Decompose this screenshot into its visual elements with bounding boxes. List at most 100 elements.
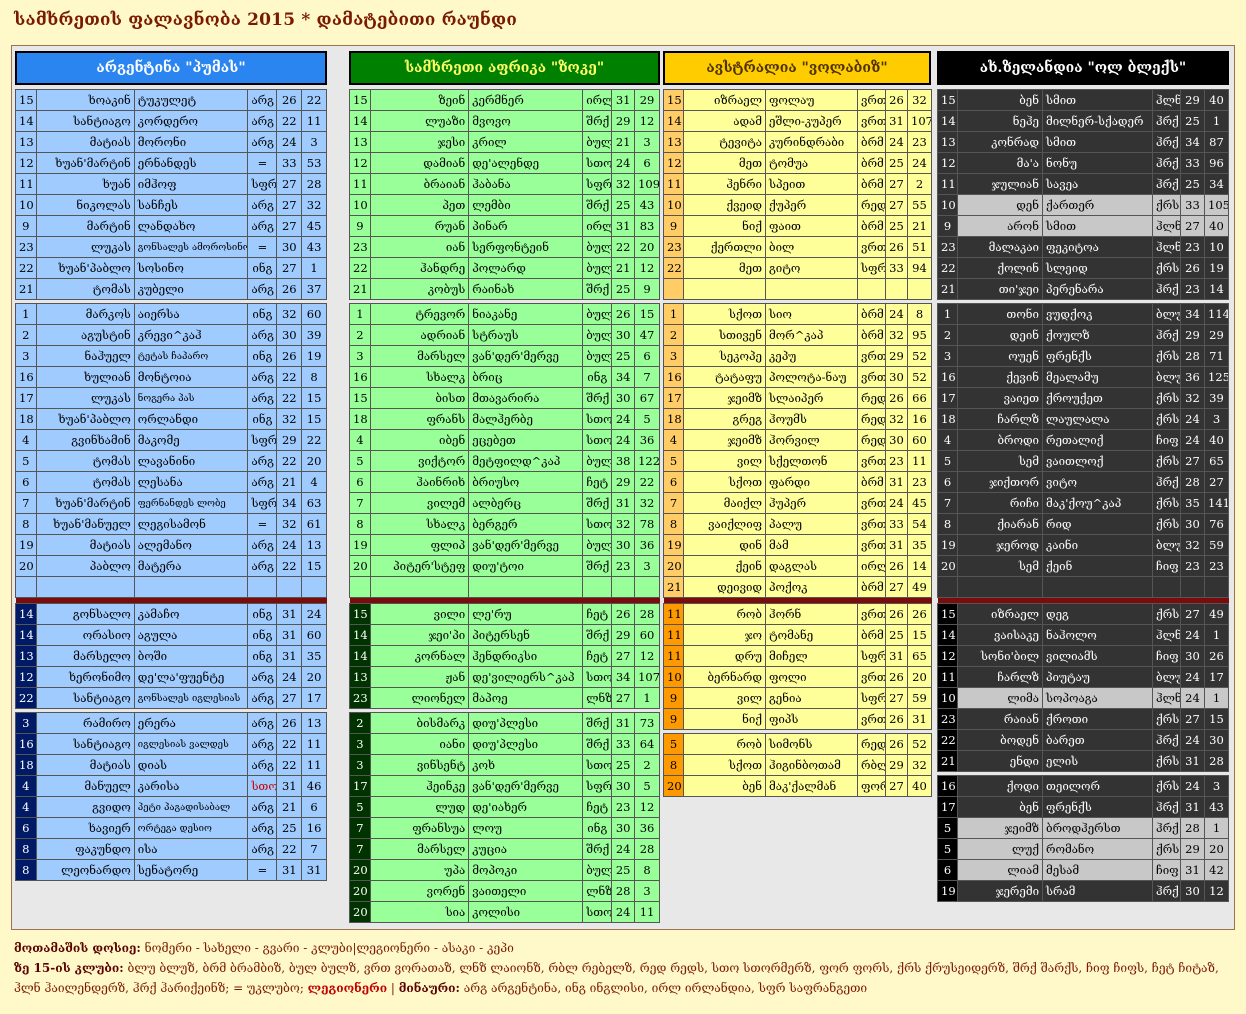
player-age: 25 [611, 278, 636, 300]
player-number: 4 [15, 775, 37, 797]
player-age: 23 [611, 555, 636, 577]
player-number: 2 [349, 712, 371, 734]
player-first-name [957, 576, 1043, 598]
player-last-name: ლაულალა [1042, 408, 1153, 430]
player-last-name: კორდერო [133, 110, 249, 132]
player-first-name: ჯეროდ [957, 534, 1043, 556]
player-caps: 14 [1204, 278, 1229, 300]
player-caps: 11 [301, 110, 327, 132]
player-caps: 54 [907, 513, 932, 535]
player-first-name: ჰეინკე [369, 775, 470, 797]
player-row: 11 დრუ მიჩელ სფრ 31 65 [663, 645, 932, 667]
player-club: ჰრქ [1152, 278, 1181, 300]
player-club: ქრს [1152, 450, 1181, 472]
player-club: არგ [247, 534, 278, 556]
player-caps: 83 [634, 215, 660, 237]
player-number: 17 [15, 387, 37, 409]
player-row: 8 ქიარან რიდ ქრს 30 76 [937, 513, 1229, 535]
player-last-name: კაინი [1042, 534, 1153, 556]
player-caps: 66 [907, 387, 932, 409]
player-first-name: ჰენრი [683, 173, 766, 195]
player-first-name: ადრიან [369, 324, 470, 346]
player-number: 2 [663, 324, 684, 346]
player-caps: 7 [634, 366, 660, 388]
player-last-name: ქართერ [1042, 194, 1153, 216]
player-last-name: ეცებეთ [468, 429, 584, 451]
player-caps: 12 [634, 796, 660, 818]
player-number: 11 [663, 603, 684, 625]
player-first-name: ხუან [35, 173, 135, 195]
player-last-name: პოქოკ [765, 576, 858, 598]
player-age: 29 [611, 110, 636, 132]
player-age: 22 [276, 110, 303, 132]
player-first-name: ხავიერ [35, 817, 135, 839]
player-club: შრქ [582, 194, 613, 216]
player-club: ბლუ [1152, 303, 1181, 325]
player-last-name: პინარ [468, 215, 584, 237]
player-number: 10 [15, 194, 37, 216]
player-last-name: გენია [765, 687, 858, 709]
player-club: სთო [582, 901, 613, 923]
player-row: 10 ნიკოლას სანჩეს არგ 27 32 [15, 194, 327, 216]
player-caps: 3 [634, 555, 660, 577]
player-number: 1 [937, 303, 958, 325]
player-first-name: მალაკაი [957, 236, 1043, 258]
player-last-name: ფეკიტოა [1042, 236, 1153, 258]
player-age: 27 [885, 173, 908, 195]
player-club: არგ [247, 194, 278, 216]
player-row: 6 ლიამ მესამ ჩიფ 31 42 [937, 859, 1229, 881]
player-age: 26 [1180, 257, 1205, 279]
player-number: 3 [349, 733, 371, 755]
player-last-name: ჰენდრიკსი [468, 645, 584, 667]
legend-home-text: არგ არგენტინა, ინგ ინგლისი, ირლ ირლანდია… [459, 981, 868, 995]
player-number: 21 [15, 278, 37, 300]
player-row: 19 მატიას ალემანო არგ 24 13 [15, 534, 327, 556]
player-club: ბლუ [1152, 366, 1181, 388]
player-age: 27 [276, 257, 303, 279]
player-row: 4 მანუელ კარისა სთო 31 46 [15, 775, 327, 797]
player-club: სთო [582, 152, 613, 174]
player-first-name: ჯეიმზ [957, 817, 1043, 839]
player-last-name: ფოლაუ [765, 89, 858, 111]
player-row: 23 რაიან ქროთი ქრს 27 15 [937, 708, 1229, 730]
player-age: 30 [885, 366, 908, 388]
player-club: სფრ [582, 173, 613, 195]
player-club: არგ [247, 712, 278, 734]
player-age: 31 [611, 712, 636, 734]
player-number: 13 [349, 131, 371, 153]
player-number: 20 [663, 775, 684, 797]
player-first-name: დამიან [369, 152, 470, 174]
player-last-name: ჰაბანა [468, 173, 584, 195]
player-row: 12 ხერონიმო დე'ლა'ფუენტე არგ 24 20 [15, 666, 327, 688]
player-first-name: რუან [369, 215, 470, 237]
player-first-name: ხუან'პაბლო [35, 408, 135, 430]
player-club: ქრს [1152, 750, 1181, 772]
player-last-name: კრილ [468, 131, 584, 153]
player-caps: 37 [301, 278, 327, 300]
player-number: 20 [663, 555, 684, 577]
player-club: არგ [247, 796, 278, 818]
player-first-name: ლუაზი [369, 110, 470, 132]
player-club: სფრ [247, 173, 278, 195]
player-caps: 28 [301, 173, 327, 195]
player-first-name: გვიდო [35, 796, 135, 818]
legend-separator: | [387, 981, 399, 995]
player-club: ფორ [857, 775, 886, 797]
player-number: 13 [349, 666, 371, 688]
player-row: 7 ვილემ ალბერც შრქ 31 32 [349, 492, 660, 514]
player-row: 7 მაიქლ ჰუპერ ვრთ 24 45 [663, 492, 932, 514]
player-row: 5 ვიქტორ მეტფილდ^კაპ ბულ 38 122 [349, 450, 660, 472]
player-first-name [369, 576, 470, 598]
player-age: 22 [611, 236, 636, 258]
player-caps: 28 [1204, 750, 1229, 772]
player-number: 6 [15, 471, 37, 493]
player-caps: 36 [634, 429, 660, 451]
player-first-name: რობ [683, 733, 766, 755]
squad-table: 15 ბენ სმით ჰლნ 29 40 14 ნეჰე მილნერ-სქადერ ჰრქ 25… [937, 89, 1229, 902]
player-number: 6 [937, 859, 958, 881]
player-number: 10 [663, 666, 684, 688]
player-age: 22 [276, 838, 303, 860]
player-caps: 12 [634, 110, 660, 132]
player-first-name: ბოდენ [957, 729, 1043, 751]
player-row: 21 თი'ჯეი პერენარა ჰრქ 23 14 [937, 278, 1229, 300]
